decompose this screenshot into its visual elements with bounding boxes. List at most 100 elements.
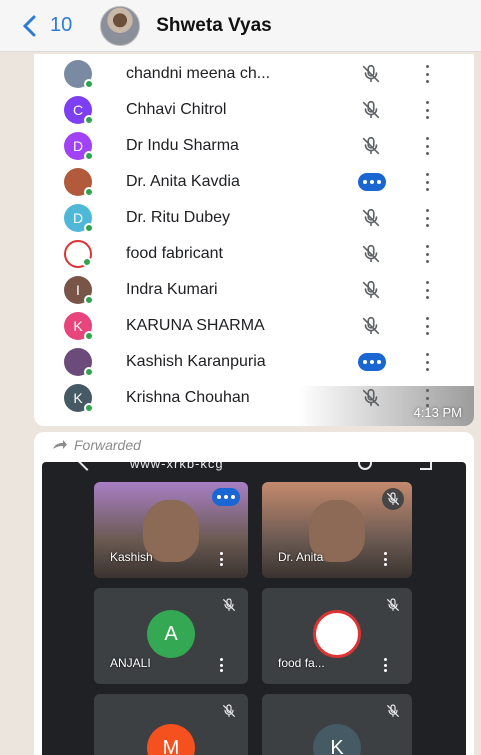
avatar-initial: C bbox=[72, 102, 84, 118]
tile-name: Dr. Anita bbox=[278, 550, 324, 564]
contact-name[interactable]: Shweta Vyas bbox=[156, 15, 271, 37]
more-vert-icon bbox=[383, 658, 388, 672]
avatar-initial: A bbox=[164, 622, 178, 645]
presence-dot bbox=[84, 187, 94, 197]
participant-row: K KARUNA SHARMA bbox=[34, 308, 474, 344]
mic-off-icon bbox=[218, 594, 240, 616]
participant-name: Dr Indu Sharma bbox=[126, 137, 239, 154]
avatar-initial: D bbox=[72, 210, 84, 226]
mic-off-icon bbox=[382, 488, 404, 510]
video-tile: Kashish bbox=[94, 482, 248, 578]
more-vert-icon bbox=[424, 317, 430, 335]
avatar-initial: K bbox=[330, 736, 344, 755]
mic-off-icon bbox=[218, 700, 240, 722]
meet-code: www-xrkb-kcg bbox=[130, 462, 224, 471]
participant-row: food fabricant bbox=[34, 236, 474, 272]
timestamp-shade bbox=[34, 386, 474, 426]
participant-avatar bbox=[64, 348, 94, 377]
tile-name: food fa... bbox=[278, 656, 325, 670]
more-vert-icon bbox=[219, 658, 224, 672]
forward-arrow-icon bbox=[53, 440, 67, 449]
video-tile: food fa... bbox=[262, 588, 412, 684]
more-vert-icon bbox=[424, 209, 430, 227]
mic-off-icon bbox=[360, 315, 382, 337]
video-tile: A ANJALI bbox=[94, 588, 248, 684]
presence-dot bbox=[84, 223, 94, 233]
presence-dot bbox=[84, 151, 94, 161]
more-vert-icon bbox=[424, 65, 430, 83]
tile-avatar: K bbox=[313, 724, 361, 755]
tile-name: ANJALI bbox=[110, 656, 151, 670]
forwarded-text: Forwarded bbox=[74, 437, 141, 453]
participant-avatar bbox=[64, 60, 94, 89]
participant-name: Chhavi Chitrol bbox=[126, 101, 227, 118]
more-vert-icon bbox=[424, 245, 430, 263]
participant-name: KARUNA SHARMA bbox=[126, 317, 265, 334]
speaking-indicator-icon bbox=[212, 488, 240, 506]
avatar-initial: K bbox=[73, 318, 83, 334]
more-vert-icon bbox=[424, 281, 430, 299]
mic-off-icon bbox=[360, 63, 382, 85]
mic-off-icon bbox=[360, 243, 382, 265]
meet-screen: www-xrkb-kcg Kashish Dr. Anita A ANJALI food… bbox=[42, 462, 466, 755]
message-time: 4:13 PM bbox=[413, 405, 462, 420]
camera-switch-icon bbox=[358, 462, 372, 470]
participant-avatar bbox=[64, 240, 92, 268]
participant-name: chandni meena ch... bbox=[126, 65, 271, 82]
more-vert-icon bbox=[424, 101, 430, 119]
mic-off-icon bbox=[360, 135, 382, 157]
avatar-initial: D bbox=[72, 138, 84, 154]
chat-header: 10 Shweta Vyas bbox=[0, 0, 481, 52]
video-tile: K bbox=[262, 694, 412, 755]
mic-off-icon bbox=[360, 279, 382, 301]
tile-name: Kashish bbox=[110, 550, 153, 564]
more-vert-icon bbox=[424, 353, 430, 371]
contact-avatar[interactable] bbox=[100, 5, 141, 46]
participant-row: C Chhavi Chitrol bbox=[34, 92, 474, 128]
video-tile: M bbox=[94, 694, 248, 755]
avatar-initial: I bbox=[76, 282, 80, 298]
presence-dot bbox=[84, 295, 94, 305]
participant-avatar: K bbox=[64, 312, 94, 341]
back-button[interactable]: 10 bbox=[22, 14, 72, 37]
presence-dot bbox=[84, 331, 94, 341]
participant-avatar: C bbox=[64, 96, 94, 125]
mic-off-icon bbox=[360, 207, 382, 229]
participant-row: Dr. Anita Kavdia bbox=[34, 164, 474, 200]
participant-row: Kashish Karanpuria bbox=[34, 344, 474, 380]
mic-off-icon bbox=[382, 594, 404, 616]
participant-avatar bbox=[64, 168, 94, 197]
tile-avatar: M bbox=[147, 724, 195, 755]
presence-dot bbox=[84, 367, 94, 377]
more-vert-icon bbox=[219, 552, 224, 566]
chevron-left-icon bbox=[22, 15, 36, 36]
more-vert-icon bbox=[424, 137, 430, 155]
more-vert-icon bbox=[383, 552, 388, 566]
presence-dot bbox=[82, 257, 92, 267]
participant-avatar: D bbox=[64, 204, 94, 233]
image-message-participants[interactable]: chandni meena ch... C Chhavi Chitrol D Dr In… bbox=[34, 54, 474, 426]
speaking-indicator-icon bbox=[358, 353, 386, 371]
participant-name: Indra Kumari bbox=[126, 281, 218, 298]
participant-row: D Dr. Ritu Dubey bbox=[34, 200, 474, 236]
presence-dot bbox=[84, 115, 94, 125]
participant-name: Dr. Ritu Dubey bbox=[126, 209, 231, 226]
avatar-initial: M bbox=[162, 736, 180, 755]
video-tile: Dr. Anita bbox=[262, 482, 412, 578]
meet-back-icon bbox=[77, 462, 97, 471]
audio-route-icon bbox=[420, 462, 432, 470]
tile-avatar: A bbox=[147, 610, 195, 658]
participant-name: food fabricant bbox=[126, 245, 223, 262]
participant-name: Kashish Karanpuria bbox=[126, 353, 266, 370]
image-message-meet[interactable]: Forwarded www-xrkb-kcg Kashish Dr. Anita A… bbox=[34, 432, 474, 755]
mic-off-icon bbox=[382, 700, 404, 722]
presence-dot bbox=[84, 79, 94, 89]
forwarded-label: Forwarded bbox=[52, 437, 141, 453]
participant-row: I Indra Kumari bbox=[34, 272, 474, 308]
participant-name: Dr. Anita Kavdia bbox=[126, 173, 240, 190]
tile-avatar bbox=[313, 610, 361, 658]
unread-count: 10 bbox=[50, 14, 73, 36]
participant-avatar: I bbox=[64, 276, 94, 305]
participant-avatar: D bbox=[64, 132, 94, 161]
speaking-indicator-icon bbox=[358, 173, 386, 191]
